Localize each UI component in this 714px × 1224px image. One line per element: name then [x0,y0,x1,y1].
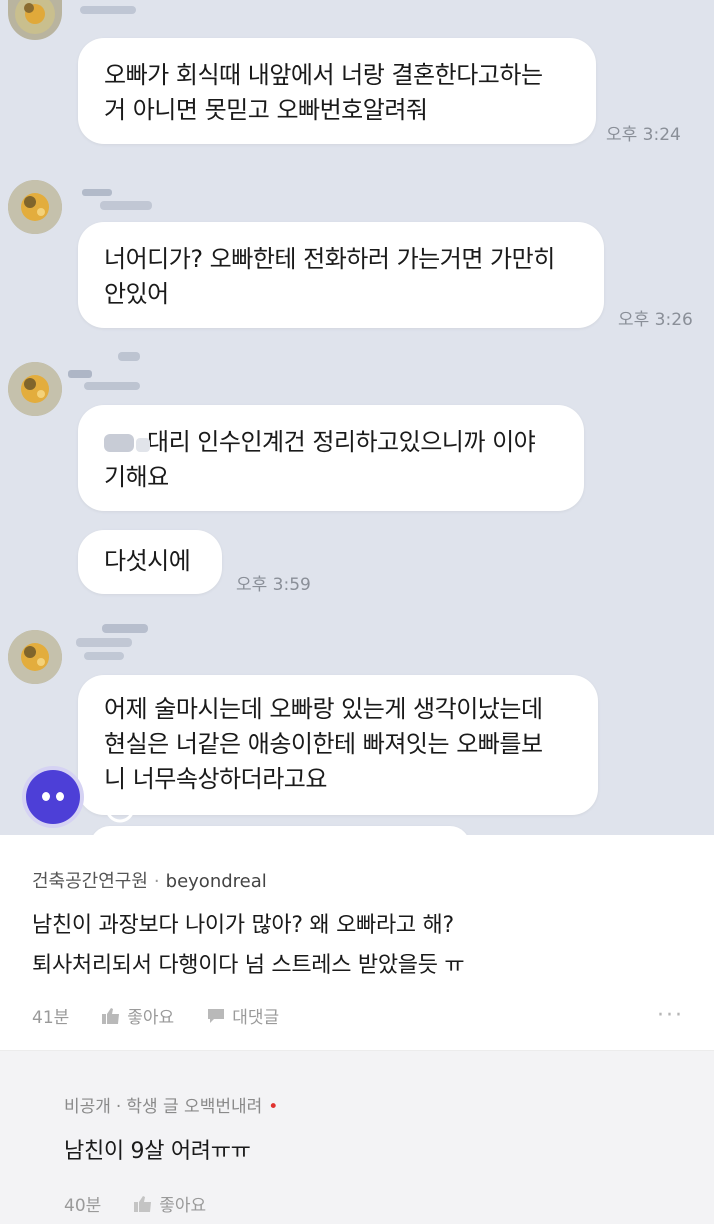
comment-text-line: 퇴사처리되서 다행이다 넘 스트레스 받았을듯 ㅠ [32,953,465,978]
message-line: 기해요 [104,463,169,491]
author-badge-dot: • [268,1097,279,1117]
message-line: 어제 술마시는데 오빠랑 있는게 생각이났는데 [104,695,543,723]
bot-eye-icon [42,792,50,801]
sender-name-redacted [72,622,152,660]
message-time: 오후 3:24 [606,125,681,145]
comment-meta: 비공개 · 학생 글 오백번내려 • [64,1097,279,1117]
sender-name-redacted [80,2,140,22]
sender-name-redacted [80,185,160,210]
sender-avatar[interactable] [8,180,62,234]
message-bubble: 너어디가? 오빠한테 전화하러 가는거면 가만히 안있어 [78,222,604,328]
like-label: 좋아요 [127,1008,175,1028]
message-bubble: 오빠가 회식때 내앞에서 너랑 결혼한다고하는 거 아니면 못믿고 오빠번호알려… [78,38,596,144]
chatbot-avatar[interactable] [26,770,80,824]
thumbs-up-icon [134,1195,152,1212]
reply-comment: 비공개 · 학생 글 오백번내려 • 남친이 9살 어려ㅠㅠ 40분 좋아요 [0,1050,714,1224]
like-button[interactable]: 좋아요 [133,1191,206,1216]
redacted-text [102,428,156,458]
message-line: 오빠가 회식때 내앞에서 너랑 결혼한다고하는 [104,61,543,89]
comment-age: 41분 [32,1008,70,1028]
comment-author[interactable]: 건축공간연구원 [32,871,148,892]
comment-meta: 건축공간연구원 · beyondreal [32,871,267,892]
reply-button[interactable]: 대댓글 [206,1003,279,1028]
speech-bubble-icon [208,1008,225,1023]
comment-actions: 40분 좋아요 [64,1191,238,1216]
like-label: 좋아요 [159,1196,207,1216]
message-line: 니 너무속상하더라고요 [104,765,327,793]
sender-avatar[interactable] [8,362,62,416]
sender-avatar[interactable] [8,0,62,40]
comment-text: 남친이 9살 어려ㅠㅠ [64,1139,251,1164]
message-time: 오후 3:26 [618,310,693,330]
message-time: 오후 3:59 [236,575,311,595]
more-options-icon[interactable]: ··· [657,1003,684,1028]
chat-screenshot: 오빠가 회식때 내앞에서 너랑 결혼한다고하는 거 아니면 못믿고 오빠번호알려… [0,0,714,835]
message-line: 안있어 [104,280,169,308]
comment-text-line: 남친이 과장보다 나이가 많아? 왜 오빠라고 해? [32,913,454,938]
message-bubble: 다섯시에 [78,530,222,594]
comment-age: 40분 [64,1196,102,1216]
message-line: 너어디가? 오빠한테 전화하러 가는거면 가만히 [104,245,555,273]
reply-label: 대댓글 [232,1008,280,1028]
comment: 건축공간연구원 · beyondreal 남친이 과장보다 나이가 많아? 왜 오빠… [0,835,714,1050]
thumbs-up-icon [102,1007,120,1024]
comment-actions: 41분 좋아요 대댓글 [32,1003,311,1028]
comment-username[interactable]: beyondreal [166,871,267,892]
message-line: 다섯시에 [104,547,191,575]
comment-username[interactable]: 학생 글 오백번내려 [126,1097,262,1117]
comment-section: 건축공간연구원 · beyondreal 남친이 과장보다 나이가 많아? 왜 오빠… [0,835,714,1224]
tap-indicator-icon [102,790,162,834]
comment-author[interactable]: 비공개 [64,1097,111,1117]
message-line: 현실은 너같은 애송이한테 빠져잇는 오빠를보 [104,730,543,758]
message-line: 거 아니면 못믿고 오빠번호알려줘 [104,96,428,124]
like-button[interactable]: 좋아요 [101,1003,174,1028]
sender-avatar[interactable] [8,630,62,684]
sender-name-redacted [66,350,146,390]
bot-eye-icon [56,792,64,801]
message-line: 대리 인수인계건 정리하고있으니까 이야 [147,428,536,456]
